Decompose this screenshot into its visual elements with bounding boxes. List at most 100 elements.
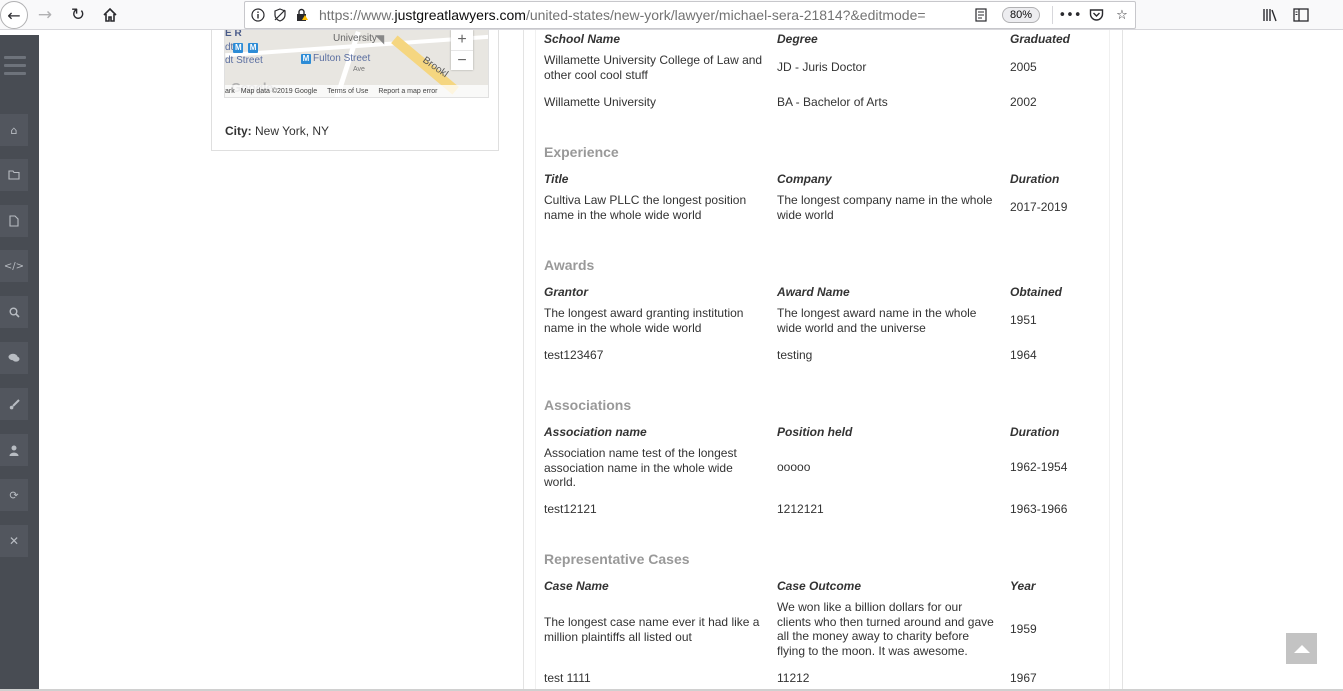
refresh-icon[interactable]: ⟳ xyxy=(0,479,28,511)
user-icon[interactable] xyxy=(0,434,28,466)
back-arrow-icon[interactable]: ← xyxy=(0,1,28,29)
scroll-to-top-button[interactable] xyxy=(1286,633,1317,664)
education-year-cell: 2005 xyxy=(1010,60,1037,74)
close-icon[interactable]: ✕ xyxy=(0,525,28,557)
education-header-school: School Name xyxy=(544,32,621,46)
location-map[interactable]: E R dt M M University dt Street M Fulton S… xyxy=(224,30,489,98)
education-degree-cell: JD - Juris Doctor xyxy=(777,60,867,74)
associations-section-title: Associations xyxy=(544,397,632,413)
map-label-street: dt Street xyxy=(225,55,263,66)
associations-name-cell: Association name test of the longest ass… xyxy=(544,446,737,489)
awards-header-obtained: Obtained xyxy=(1010,285,1063,299)
map-report-link[interactable]: Report a map error xyxy=(378,88,437,95)
browser-toolbar: ← → ↻ https://www.justgreatlawyers.com/u… xyxy=(0,0,1343,30)
experience-duration-cell: 2017-2019 xyxy=(1010,200,1068,214)
cases-header-name: Case Name xyxy=(544,579,609,593)
education-year-cell: 2002 xyxy=(1010,95,1037,109)
associations-name-cell: test12121 xyxy=(544,502,597,516)
insecure-lock-icon[interactable] xyxy=(293,6,311,24)
comments-icon[interactable] xyxy=(0,342,28,374)
cases-outcome-cell: 11212 xyxy=(777,671,810,685)
experience-header-company: Company xyxy=(777,172,832,186)
cases-header-year: Year xyxy=(1010,579,1036,593)
brush-icon[interactable] xyxy=(0,388,28,420)
experience-header-duration: Duration xyxy=(1010,172,1060,186)
admin-sidebar: ⌂ </> ⟳ ✕ xyxy=(0,35,39,691)
url-separator xyxy=(1052,6,1053,24)
city-label: City: xyxy=(225,124,252,138)
experience-company-cell: The longest company name in the whole wi… xyxy=(777,193,993,222)
info-icon[interactable] xyxy=(249,6,267,24)
sidebar-toggle-icon[interactable] xyxy=(1289,3,1313,27)
awards-header-grantor: Grantor xyxy=(544,285,589,299)
forward-arrow-icon[interactable]: → xyxy=(33,3,57,27)
associations-header-position: Position held xyxy=(777,425,853,439)
tracking-protection-icon[interactable] xyxy=(271,6,289,24)
experience-header-title: Title xyxy=(544,172,569,186)
associations-header-name: Association name xyxy=(544,425,647,439)
experience-title-cell: Cultiva Law PLLC the longest position na… xyxy=(544,193,747,222)
bookmark-star-icon[interactable]: ☆ xyxy=(1109,2,1135,28)
zoom-level-badge[interactable]: 80% xyxy=(1001,7,1040,23)
associations-position-cell: ooooo xyxy=(777,460,811,474)
url-actions: 80% ••• ☆ xyxy=(968,2,1135,28)
map-zoom-control: + − xyxy=(451,30,473,70)
map-label-fulton-text: Fulton Street xyxy=(313,53,371,64)
home-icon[interactable]: ⌂ xyxy=(0,114,28,146)
education-school-cell: Willamette University College of Law and… xyxy=(544,53,763,82)
map-data-credit: Map data ©2019 Google xyxy=(240,87,318,95)
awards-year-cell: 1964 xyxy=(1010,348,1037,362)
menu-icon[interactable] xyxy=(4,56,26,80)
map-zoom-out-button[interactable]: − xyxy=(451,50,473,70)
cases-outcome-cell: We won like a billion dollars for our cl… xyxy=(777,600,994,658)
cases-header-outcome: Case Outcome xyxy=(777,579,862,593)
education-school-cell: Willamette University xyxy=(544,95,657,109)
file-icon[interactable] xyxy=(0,205,28,237)
education-header-degree: Degree xyxy=(777,32,818,46)
map-footer: ark Map data ©2019 Google Terms of Use R… xyxy=(225,85,488,97)
awards-grantor-cell: test123467 xyxy=(544,348,604,362)
associations-position-cell: 1212121 xyxy=(777,502,824,516)
reader-view-icon[interactable] xyxy=(968,2,994,28)
associations-header-duration: Duration xyxy=(1010,425,1060,439)
city-line: City: New York, NY xyxy=(225,124,329,138)
map-pin-icon: ◥ xyxy=(375,32,385,46)
map-label-fulton: M Fulton Street xyxy=(301,53,371,64)
folder-icon[interactable] xyxy=(0,159,28,191)
experience-section-title: Experience xyxy=(544,144,619,160)
cases-year-cell: 1967 xyxy=(1010,671,1037,685)
cases-section-title: Representative Cases xyxy=(544,551,690,567)
url-path: /united-states/new-york/lawyer/michael-s… xyxy=(525,7,926,23)
associations-duration-cell: 1963-1966 xyxy=(1010,502,1068,516)
education-degree-cell: BA - Bachelor of Arts xyxy=(777,95,888,109)
awards-section-title: Awards xyxy=(544,257,595,273)
reload-icon[interactable]: ↻ xyxy=(66,3,90,27)
url-prefix: https://www. xyxy=(319,7,395,23)
home-icon[interactable] xyxy=(98,3,122,27)
map-footer-prefix: ark xyxy=(225,87,235,95)
url-host: justgreatlawyers.com xyxy=(394,7,526,23)
location-card: E R dt M M University dt Street M Fulton S… xyxy=(211,30,499,151)
code-icon[interactable]: </> xyxy=(0,250,28,282)
awards-name-cell: The longest award name in the whole wide… xyxy=(777,306,977,335)
map-label-ave: Ave xyxy=(353,66,365,73)
cases-name-cell: The longest case name ever it had like a… xyxy=(544,615,760,644)
cases-year-cell: 1959 xyxy=(1010,622,1037,636)
url-bar[interactable]: https://www.justgreatlawyers.com/united-… xyxy=(244,1,1136,29)
city-value: New York, NY xyxy=(255,124,330,138)
map-zoom-in-button[interactable]: + xyxy=(451,30,473,50)
associations-duration-cell: 1962-1954 xyxy=(1010,460,1068,474)
awards-header-award-name: Award Name xyxy=(777,285,850,299)
map-terms-link[interactable]: Terms of Use xyxy=(327,88,368,95)
library-icon[interactable] xyxy=(1258,3,1282,27)
url-text[interactable]: https://www.justgreatlawyers.com/united-… xyxy=(319,7,967,23)
awards-year-cell: 1951 xyxy=(1010,313,1037,327)
map-label-university: University xyxy=(333,33,377,44)
education-header-graduated: Graduated xyxy=(1010,32,1071,46)
awards-grantor-cell: The longest award granting institution n… xyxy=(544,306,744,335)
awards-name-cell: testing xyxy=(777,348,813,362)
page-actions-icon[interactable]: ••• xyxy=(1057,2,1083,28)
pocket-icon[interactable] xyxy=(1083,2,1109,28)
map-label-er: E R xyxy=(225,30,242,39)
search-icon[interactable] xyxy=(0,296,28,328)
